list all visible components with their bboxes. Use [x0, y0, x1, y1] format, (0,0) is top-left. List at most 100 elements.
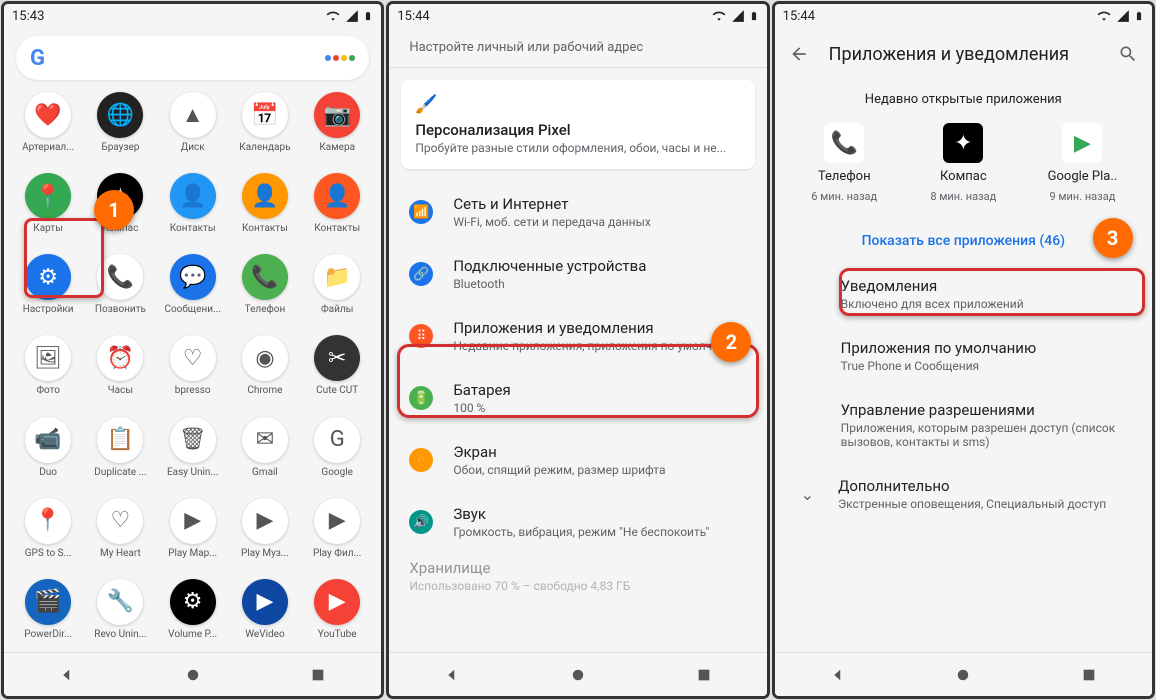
app-label: GPS to S...: [25, 548, 72, 559]
app-label: YouTube: [318, 629, 357, 640]
app-Компас[interactable]: ✦Компас: [84, 173, 156, 242]
app-Контакты[interactable]: 👤Контакты: [229, 173, 301, 242]
recent-icon: 📞: [824, 123, 864, 163]
setting-row[interactable]: 🔊ЗвукГромкость, вибрация, режим "Не бесп…: [389, 491, 766, 553]
setting-row[interactable]: 📶Сеть и ИнтернетWi-Fi, моб. сети и перед…: [389, 181, 766, 243]
setting-row[interactable]: 🔋Батарея100 %: [389, 367, 766, 429]
app-Фото[interactable]: 🖼Фото: [12, 335, 84, 404]
app-Duplicate ...[interactable]: 📋Duplicate ...: [84, 417, 156, 486]
setting-sub: Wi-Fi, моб. сети и передача данных: [453, 215, 746, 229]
app-Файлы[interactable]: 📁Файлы: [301, 254, 373, 323]
recent-name: Компас: [940, 169, 987, 184]
nav-back[interactable]: [827, 664, 849, 686]
app-Карты[interactable]: 📍Карты: [12, 173, 84, 242]
app-Revo Unin...[interactable]: 🔧Revo Unin...: [84, 579, 156, 648]
nav-home[interactable]: [567, 664, 589, 686]
app-icon: 📞: [97, 254, 143, 300]
settings-row[interactable]: Управление разрешениямиПриложения, котор…: [775, 387, 1152, 463]
status-icons: [711, 8, 759, 24]
setting-row[interactable]: ⠿Приложения и уведомленияНедавние прилож…: [389, 305, 766, 367]
app-label: bpresso: [175, 385, 211, 396]
app-Cute CUT[interactable]: ✂Cute CUT: [301, 335, 373, 404]
app-Телефон[interactable]: 📞Телефон: [229, 254, 301, 323]
app-bpresso[interactable]: ♡bpresso: [157, 335, 229, 404]
settings-row[interactable]: Приложения по умолчаниюTrue Phone и Сооб…: [775, 325, 1152, 387]
nav-recents[interactable]: [1078, 664, 1100, 686]
search-icon[interactable]: [1118, 44, 1138, 64]
recent-app[interactable]: 📞Телефон6 мин. назад: [794, 123, 894, 203]
setting-icon: 🔊: [409, 510, 433, 534]
app-label: Play Муз...: [241, 548, 289, 559]
app-icon: 👤: [170, 173, 216, 219]
recent-app[interactable]: ▶Google Pla..9 мин. назад: [1032, 123, 1132, 203]
app-Play Муз...[interactable]: ▶ Play Муз...: [229, 498, 301, 567]
app-My Heart[interactable]: ♡My Heart: [84, 498, 156, 567]
app-label: Контакты: [170, 223, 216, 234]
app-Контакты[interactable]: 👤 Контакты: [157, 173, 229, 242]
app-label: Позвонить: [95, 304, 146, 315]
google-logo: G: [30, 46, 45, 71]
app-Календарь[interactable]: 📅Календарь: [229, 92, 301, 161]
app-Артериал...[interactable]: ❤️Артериал...: [12, 92, 84, 161]
app-Volume P...[interactable]: ⚙Volume P...: [157, 579, 229, 648]
hint-row[interactable]: Настройте личный или рабочий адрес: [389, 36, 766, 68]
app-Настройки[interactable]: ⚙Настройки: [12, 254, 84, 323]
app-icon: ♡: [97, 498, 143, 544]
app-label: Duo: [39, 467, 57, 478]
setting-icon: 🔗: [409, 262, 433, 286]
storage-row[interactable]: Хранилище Использовано 70 % – свободно 4…: [389, 553, 766, 599]
nav-recents[interactable]: [307, 664, 329, 686]
app-Chrome[interactable]: ◉Chrome: [229, 335, 301, 404]
recent-app[interactable]: ✦Компас8 мин. назад: [913, 123, 1013, 203]
app-icon: ▶: [170, 498, 216, 544]
app-Easy Unin...[interactable]: 🗑Easy Unin...: [157, 417, 229, 486]
app-label: Volume P...: [168, 629, 217, 640]
status-bar: 15:43: [4, 4, 381, 28]
app-Камера[interactable]: 📷Камера: [301, 92, 373, 161]
app-label: Сообщени...: [164, 304, 220, 315]
app-Play Фил...[interactable]: ▶Play Фил...: [301, 498, 373, 567]
back-icon[interactable]: [789, 44, 809, 64]
recent-name: Google Pla..: [1048, 169, 1118, 184]
app-YouTube[interactable]: ▶YouTube: [301, 579, 373, 648]
app-icon: 📋: [97, 417, 143, 463]
app-Часы[interactable]: ⏰Часы: [84, 335, 156, 404]
setting-title: Звук: [453, 505, 746, 523]
signal-icon: [345, 9, 359, 23]
pixel-card[interactable]: 🖌️ Персонализация Pixel Пробуйте разные …: [401, 80, 754, 169]
app-PowerDir...[interactable]: 🎬PowerDir...: [12, 579, 84, 648]
nav-home[interactable]: [182, 664, 204, 686]
assistant-icon[interactable]: [325, 55, 355, 61]
app-Контакты[interactable]: 👤Контакты: [301, 173, 373, 242]
app-Gmail[interactable]: ✉Gmail: [229, 417, 301, 486]
app-icon: ⏰: [97, 335, 143, 381]
setting-row[interactable]: 🔗Подключенные устройстваBluetooth: [389, 243, 766, 305]
nav-back[interactable]: [56, 664, 78, 686]
app-WeVideo[interactable]: ▶WeVideo: [229, 579, 301, 648]
show-all-apps[interactable]: Показать все приложения (46): [775, 219, 1152, 263]
wifi-icon: [325, 9, 341, 23]
app-icon: 🎬: [25, 579, 71, 625]
search-bar[interactable]: G: [16, 36, 369, 80]
app-Duo[interactable]: 📹Duo: [12, 417, 84, 486]
app-label: Календарь: [239, 142, 290, 153]
more-row[interactable]: ⌄ Дополнительно Экстренные оповещения, С…: [775, 463, 1152, 525]
nav-recents[interactable]: [693, 664, 715, 686]
setting-title: Экран: [453, 443, 746, 461]
app-Браузер[interactable]: 🌐Браузер: [84, 92, 156, 161]
app-GPS to S...[interactable]: 📍GPS to S...: [12, 498, 84, 567]
settings-row[interactable]: УведомленияВключено для всех приложений: [775, 263, 1152, 325]
app-Диск[interactable]: ▲Диск: [157, 92, 229, 161]
setting-row[interactable]: 🔆ЭкранОбои, спящий режим, размер шрифта: [389, 429, 766, 491]
chevron-down-icon: ⌄: [801, 485, 814, 504]
app-Play Мар...[interactable]: ▶Play Мар...: [157, 498, 229, 567]
status-icons: [325, 8, 373, 24]
app-Google[interactable]: GGoogle: [301, 417, 373, 486]
nav-back[interactable]: [441, 664, 463, 686]
app-icon: ✂: [314, 335, 360, 381]
nav-home[interactable]: [952, 664, 974, 686]
app-icon: ▶: [242, 498, 288, 544]
setting-title: Батарея: [453, 381, 746, 399]
app-Сообщени...[interactable]: 💬Сообщени...: [157, 254, 229, 323]
app-Позвонить[interactable]: 📞 Позвонить: [84, 254, 156, 323]
